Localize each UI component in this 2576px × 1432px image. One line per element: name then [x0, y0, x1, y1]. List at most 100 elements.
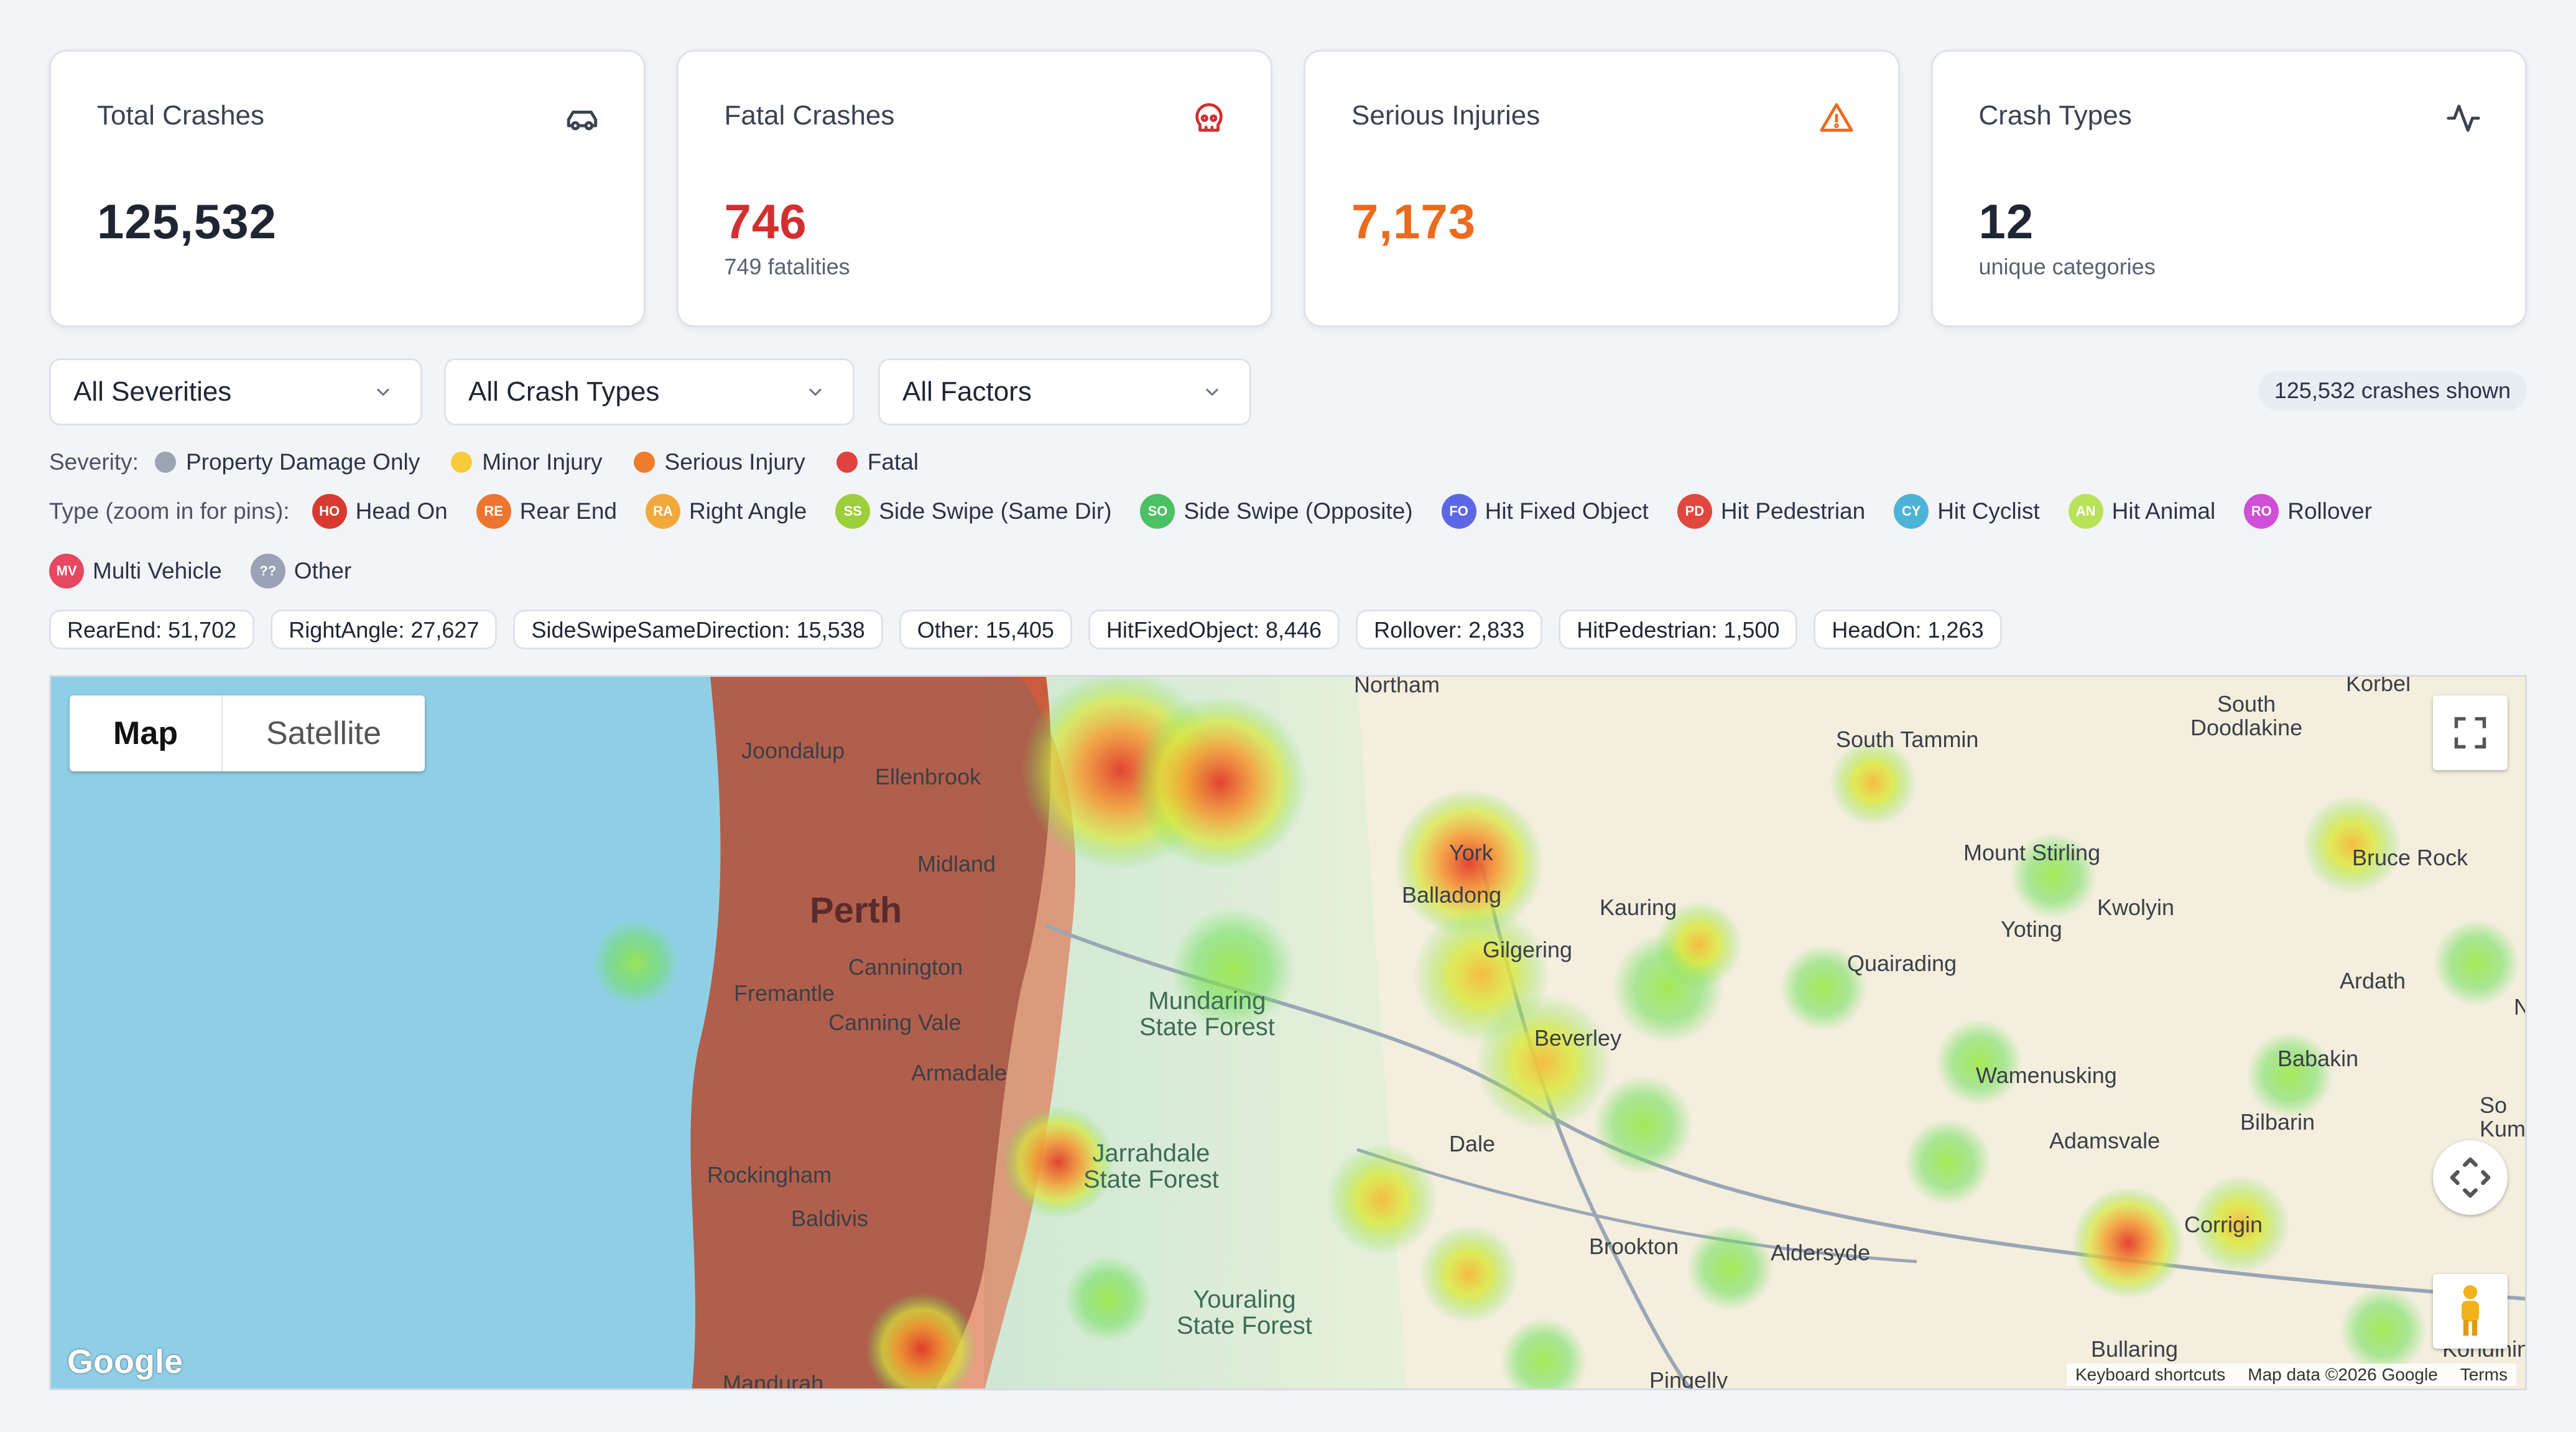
type-pin: MV — [49, 554, 84, 588]
place-label: Midland — [917, 851, 996, 876]
crash-heatmap-map[interactable]: Northam Joondalup Ellenbrook Midland Per… — [49, 675, 2527, 1390]
type-item: AN Hit Animal — [2068, 494, 2216, 529]
place-label: Beverley — [1534, 1025, 1622, 1051]
place-label: Cannington — [848, 954, 963, 980]
type-item: RA Right Angle — [646, 494, 807, 529]
keyboard-shortcuts-link[interactable]: Keyboard shortcuts — [2075, 1365, 2225, 1385]
fullscreen-icon — [2454, 717, 2486, 749]
map-type-map-button[interactable]: Map — [70, 695, 223, 771]
stat-label: Serious Injuries — [1351, 100, 1541, 131]
place-label: Kauring — [1600, 895, 1677, 920]
stat-label: Fatal Crashes — [724, 100, 895, 131]
place-label: Bilbarin — [2240, 1109, 2315, 1135]
type-item: RE Rear End — [476, 494, 617, 529]
count-chip: HitPedestrian: 1,500 — [1559, 610, 1798, 649]
heat-spot — [1904, 1118, 1991, 1206]
type-item: HO Head On — [312, 494, 448, 529]
place-label: Northam — [1354, 675, 1440, 697]
severity-dot — [836, 452, 858, 473]
warning-icon — [1819, 103, 1853, 132]
type-label: Other — [294, 558, 352, 583]
place-label: South Tammin — [1836, 727, 1979, 752]
severity-label: Minor Injury — [482, 449, 603, 475]
place-label: Ellenbrook — [875, 764, 981, 789]
fullscreen-button[interactable] — [2433, 695, 2508, 770]
car-icon — [567, 110, 597, 131]
camera-control-button[interactable] — [2433, 1140, 2508, 1215]
stat-sub: unique categories — [1978, 254, 2156, 279]
type-item: SO Side Swipe (Opposite) — [1140, 494, 1413, 529]
ocean — [51, 677, 721, 1388]
type-legend-title: Type (zoom in for pins): — [49, 498, 290, 524]
type-pin: PD — [1677, 494, 1712, 529]
type-label: Side Swipe (Opposite) — [1184, 498, 1413, 524]
stat-label: Crash Types — [1978, 100, 2132, 131]
google-logo: Google — [67, 1343, 183, 1380]
chevron-down-icon — [1206, 388, 1218, 396]
place-label: Rockingham — [707, 1162, 832, 1188]
place-label: So Kum — [2480, 1092, 2526, 1141]
heat-spot — [2072, 1187, 2184, 1299]
severity-select[interactable]: All Severities — [49, 358, 422, 425]
severity-dot — [451, 452, 473, 473]
severity-legend-title: Severity: — [49, 449, 139, 475]
severity-item: Serious Injury — [633, 449, 805, 475]
count-chip: Other: 15,405 — [899, 610, 1072, 649]
type-label: Multi Vehicle — [93, 558, 222, 583]
type-label: Hit Animal — [2111, 498, 2216, 524]
type-legend-row-2: MV Multi Vehicle ?? Other — [49, 552, 380, 590]
map-type-control: Map Satellite — [70, 695, 425, 771]
crash-type-select[interactable]: All Crash Types — [444, 358, 855, 425]
map-attribution: Keyboard shortcuts Map data ©2026 Google… — [2067, 1364, 2516, 1386]
type-label: Rear End — [519, 498, 617, 524]
activity-icon — [2447, 105, 2480, 132]
stat-value: 125,532 — [97, 194, 277, 249]
severity-item: Property Damage Only — [154, 449, 420, 475]
place-label: South Doodlakine — [2190, 691, 2303, 740]
place-label: Canning Vale — [828, 1010, 961, 1035]
map-type-satellite-button[interactable]: Satellite — [223, 695, 425, 771]
type-item: RO Rollover — [2244, 494, 2372, 529]
type-item: CY Hit Cyclist — [1894, 494, 2040, 529]
chevron-down-icon — [809, 388, 822, 396]
type-item: SS Side Swipe (Same Dir) — [835, 494, 1111, 529]
count-chip: RearEnd: 51,702 — [49, 610, 255, 649]
severity-item: Fatal — [836, 449, 919, 475]
heat-spot — [1687, 1224, 1774, 1311]
factors-select[interactable]: All Factors — [878, 358, 1251, 425]
terms-link[interactable]: Terms — [2460, 1365, 2508, 1385]
place-label: Dale — [1449, 1131, 1496, 1156]
place-label: Balladong — [1402, 882, 1502, 908]
heat-spot — [592, 919, 679, 1007]
severity-label: Property Damage Only — [185, 449, 420, 475]
type-label: Right Angle — [689, 498, 807, 524]
street-view-pegman-button[interactable] — [2433, 1274, 2508, 1349]
map-canvas[interactable] — [51, 677, 2527, 1390]
place-label: Mount Stirling — [1963, 840, 2101, 865]
heat-spot — [1419, 1224, 1519, 1324]
count-chip: SideSwipeSameDirection: 15,538 — [513, 610, 883, 649]
type-label: Hit Cyclist — [1937, 498, 2040, 524]
type-pin: RA — [646, 494, 680, 529]
stat-card-total-crashes: Total Crashes 125,532 — [49, 50, 646, 327]
factors-select-value: All Factors — [902, 376, 1032, 407]
place-label: York — [1449, 840, 1493, 865]
place-label: Babakin — [2277, 1046, 2359, 1071]
count-chip: HitFixedObject: 8,446 — [1088, 610, 1340, 649]
type-label: Head On — [355, 498, 448, 524]
place-label: N — [2514, 994, 2525, 1020]
place-label: Brookton — [1589, 1234, 1679, 1259]
type-pin: CY — [1894, 494, 1929, 529]
type-pin: FO — [1441, 494, 1476, 529]
type-item: PD Hit Pedestrian — [1677, 494, 1865, 529]
place-label: Korbel — [2346, 675, 2411, 696]
place-label: Jarrahdale State Forest — [1083, 1140, 1219, 1193]
place-label: Gilgering — [1483, 937, 1573, 962]
place-label: Wamenusking — [1976, 1062, 2117, 1088]
heat-spot — [1593, 1075, 1693, 1174]
heat-spot — [1475, 994, 1612, 1131]
stats-row: Total Crashes 125,532 Fatal Crashes 746 … — [49, 50, 2527, 327]
type-pin: HO — [312, 494, 347, 529]
crashes-shown-badge: 125,532 crashes shown — [2258, 371, 2527, 411]
severity-dot — [633, 452, 655, 473]
